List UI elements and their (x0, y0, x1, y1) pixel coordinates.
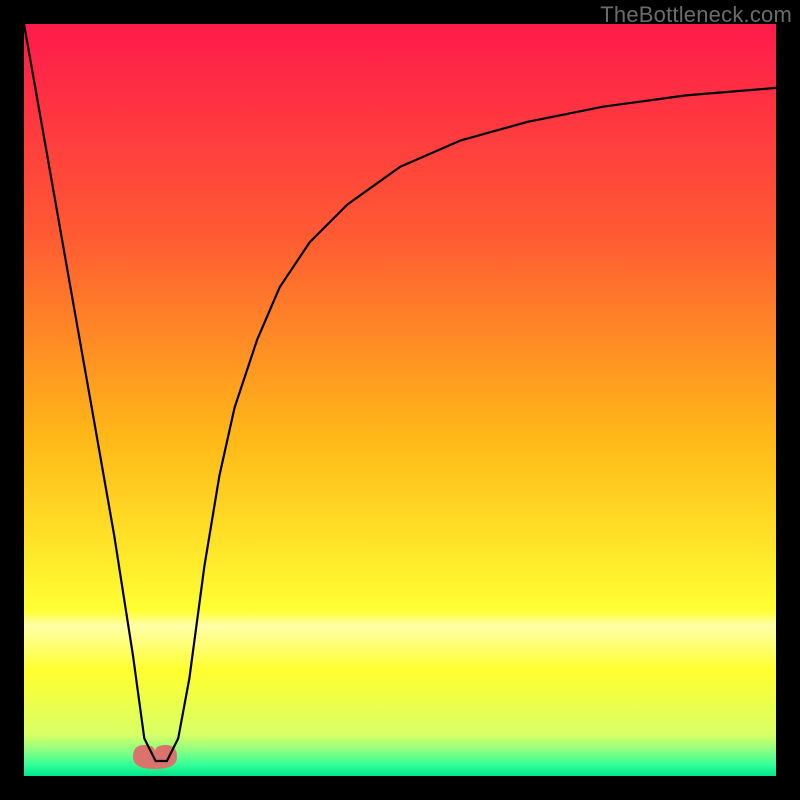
trough-marker (133, 745, 177, 769)
plot-area (24, 24, 776, 776)
watermark-text: TheBottleneck.com (600, 2, 792, 28)
curve-layer (24, 24, 776, 776)
bottleneck-curve (24, 24, 776, 761)
chart-frame (24, 24, 776, 776)
